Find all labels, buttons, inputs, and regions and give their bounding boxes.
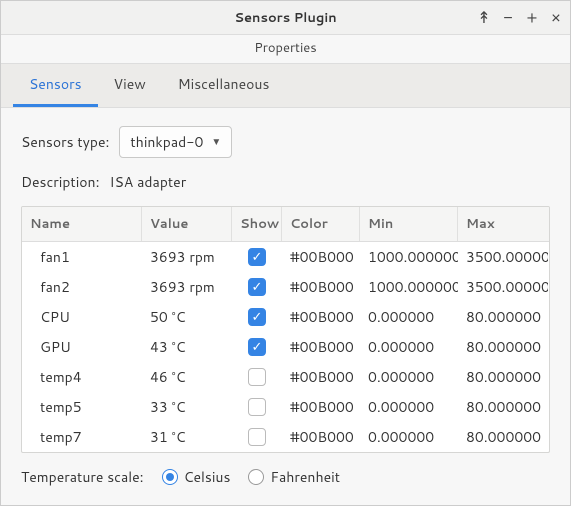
checkbox-icon[interactable] — [248, 368, 266, 386]
cell-show[interactable] — [232, 303, 282, 331]
table-row[interactable]: fan13693 rpm #00B0001000.0000003500.00000 — [22, 242, 549, 272]
checkbox-icon[interactable] — [248, 278, 266, 296]
col-name[interactable]: Name — [22, 207, 142, 241]
checkbox-icon[interactable] — [248, 308, 266, 326]
radio-dot-icon — [162, 469, 178, 485]
maximize-icon[interactable]: + — [524, 10, 540, 26]
cell-value: 3693 rpm — [142, 242, 232, 272]
cell-name: CPU — [22, 302, 142, 332]
cell-show[interactable] — [232, 393, 282, 421]
temperature-scale-row: Temperature scale: Celsius Fahrenheit — [21, 453, 550, 493]
cell-max: 80.000000 — [458, 332, 548, 362]
sensors-type-dropdown[interactable]: thinkpad-0 ▼ — [119, 126, 232, 158]
cell-color: #00B000 — [282, 302, 360, 332]
cell-color: #00B000 — [282, 392, 360, 422]
cell-value: 46 °C — [142, 362, 232, 392]
cell-max: 80.000000 — [458, 422, 548, 452]
cell-color: #00B000 — [282, 272, 360, 302]
tab-sensors[interactable]: Sensors — [13, 64, 98, 107]
cell-show[interactable] — [232, 333, 282, 361]
cell-max: 3500.00000 — [458, 272, 548, 302]
cell-min: 0.000000 — [360, 422, 458, 452]
table-header: Name Value Show Color Min Max — [22, 207, 549, 242]
col-min[interactable]: Min — [360, 207, 458, 241]
description-label: Description: — [21, 172, 100, 192]
table-row[interactable]: CPU50 °C #00B0000.00000080.000000 — [22, 302, 549, 332]
description-value: ISA adapter — [110, 172, 187, 192]
cell-show[interactable] — [232, 273, 282, 301]
cell-min: 0.000000 — [360, 332, 458, 362]
cell-max: 3500.00000 — [458, 242, 548, 272]
tabbar: Sensors View Miscellaneous — [1, 63, 570, 108]
window-title: Sensors Plugin — [234, 9, 336, 27]
col-color[interactable]: Color — [282, 207, 360, 241]
cell-max: 80.000000 — [458, 392, 548, 422]
temperature-scale-label: Temperature scale: — [21, 467, 144, 487]
titlebar: Sensors Plugin ↟ − + × — [1, 1, 570, 35]
minimize-icon[interactable]: − — [500, 10, 516, 26]
radio-celsius-label: Celsius — [184, 467, 231, 487]
col-value[interactable]: Value — [142, 207, 232, 241]
checkbox-icon[interactable] — [248, 398, 266, 416]
radio-fahrenheit-label: Fahrenheit — [270, 467, 340, 487]
cell-value: 50 °C — [142, 302, 232, 332]
cell-value: 31 °C — [142, 422, 232, 452]
cell-name: temp5 — [22, 392, 142, 422]
radio-celsius[interactable]: Celsius — [162, 467, 231, 487]
cell-name: fan2 — [22, 272, 142, 302]
cell-color: #00B000 — [282, 422, 360, 452]
sensors-type-row: Sensors type: thinkpad-0 ▼ — [21, 126, 550, 158]
close-icon[interactable]: × — [548, 10, 564, 26]
table-row[interactable]: temp731 °C #00B0000.00000080.000000 — [22, 422, 549, 452]
col-show[interactable]: Show — [232, 207, 282, 241]
cell-value: 43 °C — [142, 332, 232, 362]
table-row[interactable]: temp446 °C #00B0000.00000080.000000 — [22, 362, 549, 392]
cell-name: temp7 — [22, 422, 142, 452]
col-max[interactable]: Max — [458, 207, 548, 241]
cell-name: temp4 — [22, 362, 142, 392]
chevron-down-icon: ▼ — [211, 135, 221, 149]
subtitle: Properties — [1, 35, 570, 63]
tab-miscellaneous[interactable]: Miscellaneous — [162, 64, 286, 107]
sensors-type-value: thinkpad-0 — [130, 132, 203, 152]
cell-min: 0.000000 — [360, 392, 458, 422]
checkbox-icon[interactable] — [248, 428, 266, 446]
table-row[interactable]: GPU43 °C #00B0000.00000080.000000 — [22, 332, 549, 362]
cell-value: 3693 rpm — [142, 272, 232, 302]
checkbox-icon[interactable] — [248, 338, 266, 356]
cell-name: GPU — [22, 332, 142, 362]
cell-min: 1000.000000 — [360, 242, 458, 272]
sensors-table: Name Value Show Color Min Max fan13693 r… — [21, 206, 550, 453]
cell-max: 80.000000 — [458, 302, 548, 332]
cell-color: #00B000 — [282, 242, 360, 272]
cell-name: fan1 — [22, 242, 142, 272]
table-row[interactable]: fan23693 rpm #00B0001000.0000003500.00000 — [22, 272, 549, 302]
keep-above-icon[interactable]: ↟ — [476, 10, 492, 26]
cell-min: 1000.000000 — [360, 272, 458, 302]
cell-color: #00B000 — [282, 332, 360, 362]
cell-min: 0.000000 — [360, 362, 458, 392]
tab-view[interactable]: View — [98, 64, 162, 107]
cell-show[interactable] — [232, 363, 282, 391]
cell-show[interactable] — [232, 243, 282, 271]
table-row[interactable]: temp533 °C #00B0000.00000080.000000 — [22, 392, 549, 422]
cell-max: 80.000000 — [458, 362, 548, 392]
tab-panel: Sensors type: thinkpad-0 ▼ Description: … — [1, 108, 570, 505]
cell-min: 0.000000 — [360, 302, 458, 332]
sensors-type-label: Sensors type: — [21, 132, 109, 152]
cell-color: #00B000 — [282, 362, 360, 392]
radio-dot-icon — [248, 469, 264, 485]
description-row: Description: ISA adapter — [21, 172, 550, 192]
table-body: fan13693 rpm#00B0001000.0000003500.00000… — [22, 242, 549, 452]
cell-value: 33 °C — [142, 392, 232, 422]
window: Sensors Plugin ↟ − + × Properties Sensor… — [0, 0, 571, 506]
radio-fahrenheit[interactable]: Fahrenheit — [248, 467, 340, 487]
window-buttons: ↟ − + × — [476, 1, 564, 34]
checkbox-icon[interactable] — [248, 248, 266, 266]
cell-show[interactable] — [232, 423, 282, 451]
